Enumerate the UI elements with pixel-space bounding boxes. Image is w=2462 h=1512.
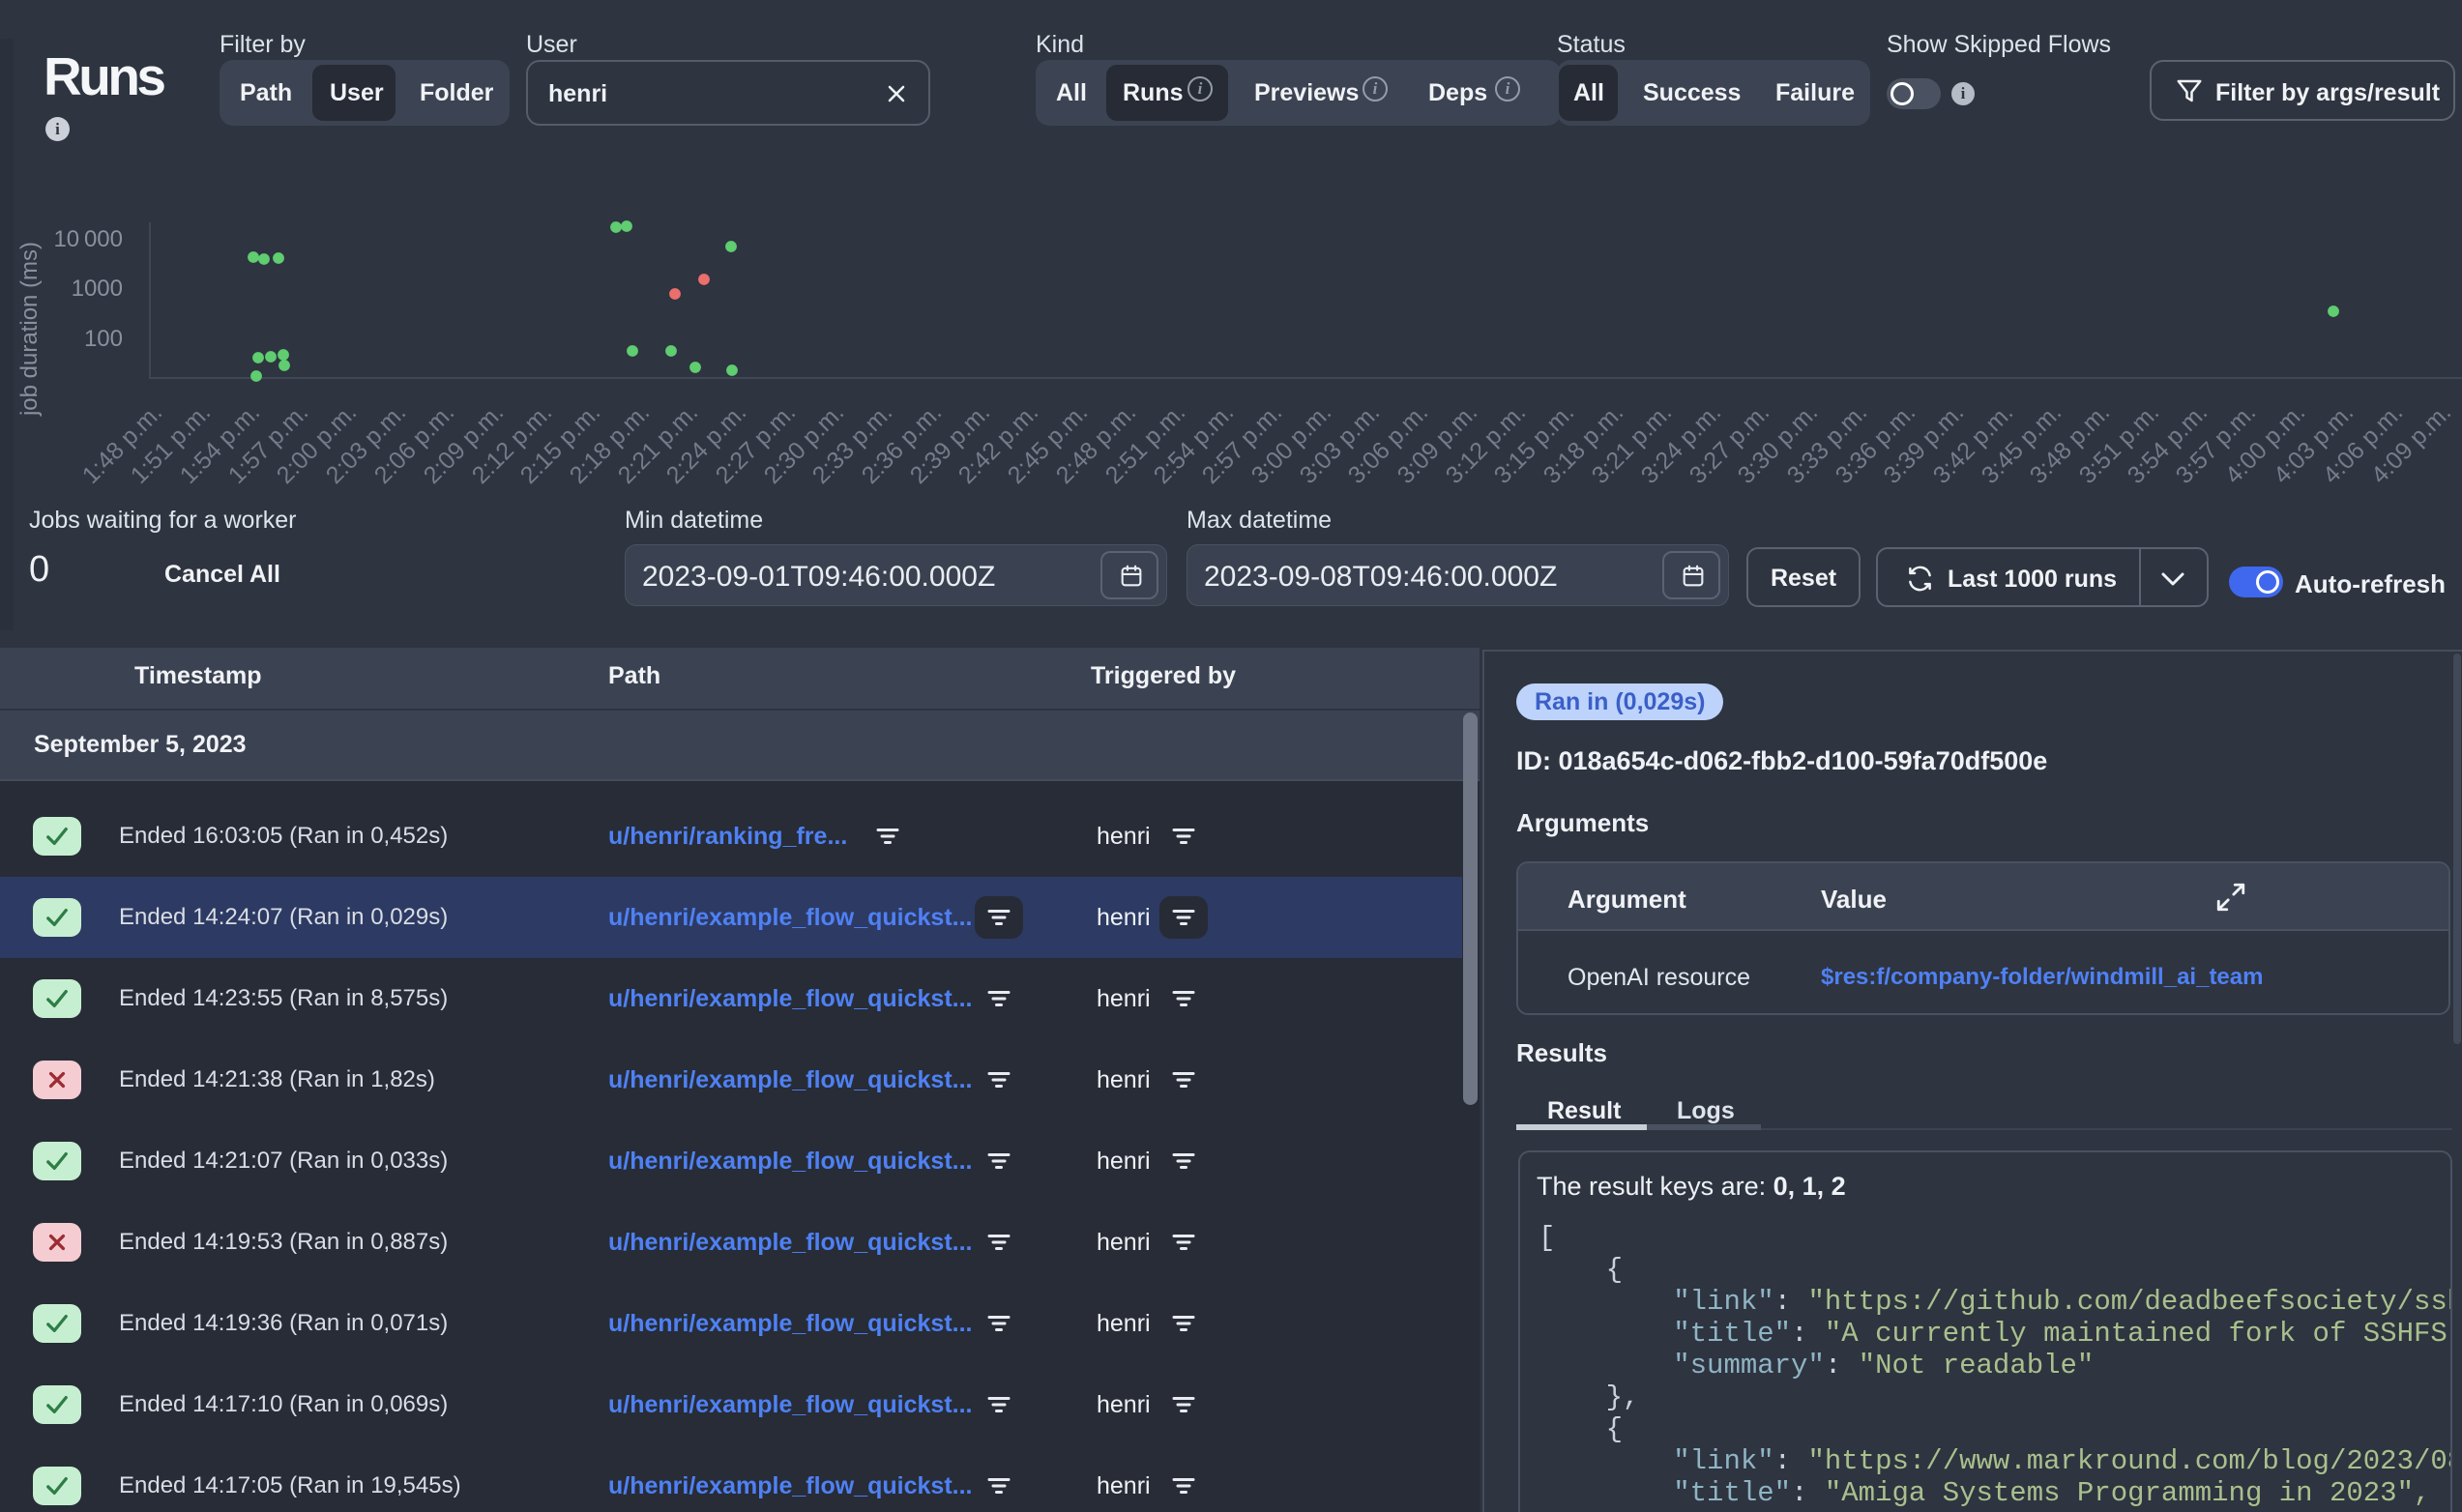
svg-text:10 000: 10 000: [53, 226, 123, 252]
svg-text:100: 100: [84, 326, 123, 352]
svg-text:1000: 1000: [72, 276, 123, 302]
svg-text:job duration (ms): job duration (ms): [16, 242, 43, 417]
